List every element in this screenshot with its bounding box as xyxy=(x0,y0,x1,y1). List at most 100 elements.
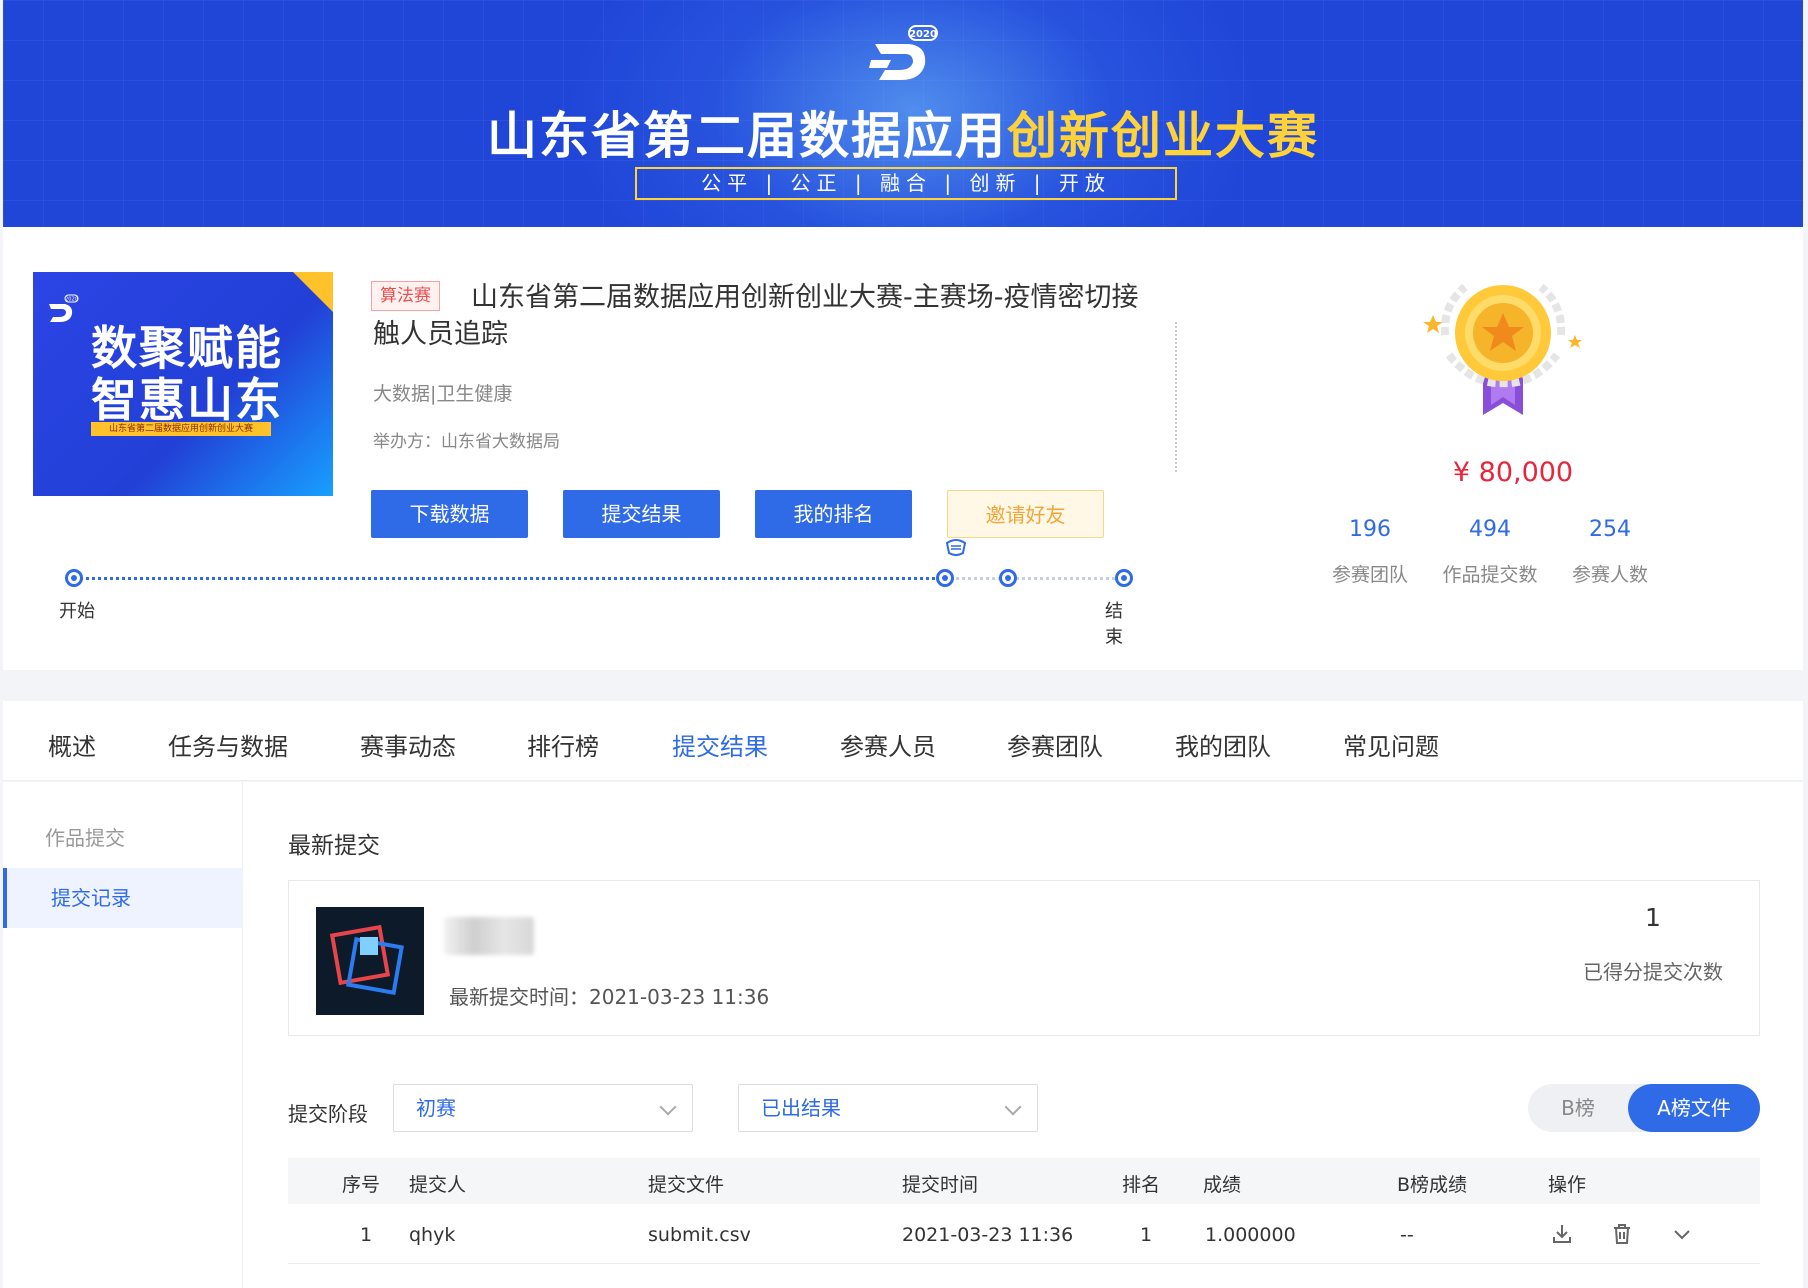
avatar-shape-cyan xyxy=(360,937,378,955)
timeline-progress-remaining xyxy=(951,577,1121,580)
cover-year: 2020 xyxy=(65,297,78,303)
toggle-a-board-file[interactable]: A榜文件 xyxy=(1628,1084,1760,1132)
tab-teams[interactable]: 参赛团队 xyxy=(1007,727,1103,762)
competition-type-tag: 算法赛 xyxy=(371,281,440,311)
invite-friends-button[interactable]: 邀请好友 xyxy=(947,490,1104,538)
leaderboard-toggle: B榜 A榜文件 xyxy=(1528,1084,1760,1132)
competition-title: 山东省第二届数据应用创新创业大赛-主赛场-疫情密切接触人员追踪 xyxy=(373,282,1139,350)
banner-title-main: 山东省第二届数据应用 xyxy=(487,107,1007,165)
banner-slogan: 公平 | 公正 | 融合 | 创新 | 开放 xyxy=(635,167,1177,200)
sidenav-item-submit-records[interactable]: 提交记录 xyxy=(3,868,243,928)
delete-trash-icon[interactable] xyxy=(1610,1222,1634,1246)
stat-teams-label: 参赛团队 xyxy=(1331,564,1408,586)
submission-content: 作品提交 提交记录 最新提交 最新提交时间：2021-03-23 11:36 1… xyxy=(3,782,1803,1288)
chevron-down-icon xyxy=(659,1098,677,1116)
latest-submission-card: 最新提交时间：2021-03-23 11:36 1 已得分提交次数 xyxy=(288,880,1760,1036)
tab-faq[interactable]: 常见问题 xyxy=(1343,727,1439,762)
scored-count-value: 1 xyxy=(1645,903,1661,932)
cell-b-score: -- xyxy=(1400,1224,1414,1246)
latest-submission-title: 最新提交 xyxy=(288,833,380,859)
scored-count-label: 已得分提交次数 xyxy=(1583,960,1723,984)
cover-corner-decoration xyxy=(293,272,333,312)
stage-filter-label: 提交阶段 xyxy=(288,1102,368,1126)
banner-title-highlight: 创新创业大赛 xyxy=(1007,107,1319,165)
timeline-start-label: 开始 xyxy=(59,601,95,622)
timeline-current-node xyxy=(936,569,954,587)
last-submit-time: 最新提交时间：2021-03-23 11:36 xyxy=(449,985,770,1009)
timeline-end-label: 结束 xyxy=(1105,601,1123,648)
tab-my-team[interactable]: 我的团队 xyxy=(1175,727,1271,762)
competition-banner: 2020 山东省第二届数据应用创新创业大赛 公平 | 公正 | 融合 | 创新 … xyxy=(3,0,1803,227)
col-index: 序号 xyxy=(342,1174,381,1196)
competition-info-panel: 2020 数聚赋能 智惠山东 山东省第二届数据应用创新创业大赛 山东省第二届数据… xyxy=(3,227,1803,670)
tab-news[interactable]: 赛事动态 xyxy=(360,727,456,762)
vertical-divider xyxy=(1175,322,1177,472)
prize-amount: ¥ 80,000 xyxy=(1452,457,1574,488)
cover-headline: 数聚赋能 智惠山东 xyxy=(91,322,283,426)
col-time: 提交时间 xyxy=(902,1174,979,1196)
cell-time: 2021-03-23 11:36 xyxy=(902,1224,1074,1246)
submit-result-button[interactable]: 提交结果 xyxy=(563,490,720,538)
cover-logo-icon: 2020 xyxy=(49,294,79,322)
status-select-value: 已出结果 xyxy=(761,1096,841,1120)
cell-submitter: qhyk xyxy=(409,1224,456,1246)
col-file: 提交文件 xyxy=(648,1174,725,1196)
banner-year: 2020 xyxy=(909,29,937,40)
cell-rank: 1 xyxy=(1140,1224,1153,1246)
sidenav-item-submit-work[interactable]: 作品提交 xyxy=(3,808,243,868)
cover-band-text: 山东省第二届数据应用创新创业大赛 xyxy=(91,422,271,436)
tab-overview[interactable]: 概述 xyxy=(48,727,96,762)
download-icon[interactable] xyxy=(1550,1222,1574,1246)
stage-select[interactable]: 初赛 xyxy=(393,1084,693,1132)
col-b-score: B榜成绩 xyxy=(1397,1174,1468,1196)
col-score: 成绩 xyxy=(1203,1174,1242,1196)
competition-cover-image: 2020 数聚赋能 智惠山东 山东省第二届数据应用创新创业大赛 xyxy=(33,272,333,496)
cell-file: submit.csv xyxy=(648,1224,751,1246)
stat-submissions-value: 494 xyxy=(1469,517,1511,542)
timeline-progress-elapsed xyxy=(75,577,941,580)
col-rank: 排名 xyxy=(1122,1174,1161,1196)
blurred-team-name xyxy=(444,917,534,955)
toggle-b-board[interactable]: B榜 xyxy=(1528,1084,1628,1132)
competition-organizer: 举办方：山东省大数据局 xyxy=(373,432,560,452)
gold-medal-icon xyxy=(1423,283,1582,415)
submission-sidenav: 作品提交 提交记录 xyxy=(3,782,243,1288)
timeline-stage-node xyxy=(999,569,1017,587)
banner-title: 山东省第二届数据应用创新创业大赛 xyxy=(3,96,1803,168)
stat-participants: 254 参赛人数 xyxy=(1540,517,1680,587)
result-status-select[interactable]: 已出结果 xyxy=(738,1084,1038,1132)
chevron-down-icon xyxy=(1004,1098,1022,1116)
timeline-start-node xyxy=(65,569,83,587)
col-submitter: 提交人 xyxy=(409,1174,467,1196)
competition-category: 大数据|卫生健康 xyxy=(373,383,513,405)
stat-submissions-label: 作品提交数 xyxy=(1442,564,1538,586)
competition-timeline: 开始 结束 xyxy=(59,539,1133,648)
team-avatar xyxy=(316,907,424,1015)
cell-index: 1 xyxy=(360,1224,373,1246)
stage-select-value: 初赛 xyxy=(416,1096,456,1120)
stat-submissions: 494 作品提交数 xyxy=(1420,517,1560,587)
cell-score: 1.000000 xyxy=(1205,1224,1296,1246)
stat-teams: 196 参赛团队 xyxy=(1300,517,1440,587)
stat-teams-value: 196 xyxy=(1349,517,1391,542)
my-rank-button[interactable]: 我的排名 xyxy=(755,490,912,538)
tab-leaderboard[interactable]: 排行榜 xyxy=(527,727,599,762)
tab-submit-results[interactable]: 提交结果 xyxy=(672,727,768,762)
submission-records-table: 序号 提交人 提交文件 提交时间 排名 成绩 B榜成绩 操作 1 qhyk su… xyxy=(288,1158,1760,1264)
timeline-end-node xyxy=(1115,569,1133,587)
tab-task-data[interactable]: 任务与数据 xyxy=(168,727,288,762)
tab-participants[interactable]: 参赛人员 xyxy=(840,727,936,762)
expand-chevron-icon[interactable] xyxy=(1670,1222,1694,1246)
table-row: 1 qhyk submit.csv 2021-03-23 11:36 1 1.0… xyxy=(288,1204,1760,1264)
download-data-button[interactable]: 下载数据 xyxy=(371,490,528,538)
competition-logo-icon: 2020 xyxy=(869,25,938,80)
cover-headline-line1: 数聚赋能 xyxy=(91,321,283,375)
col-actions: 操作 xyxy=(1548,1174,1587,1196)
cover-headline-line2: 智惠山东 xyxy=(91,373,283,427)
timeline-current-flag-icon xyxy=(945,539,967,556)
stat-participants-value: 254 xyxy=(1589,517,1631,542)
competition-tabs: 概述 任务与数据 赛事动态 排行榜 提交结果 参赛人员 参赛团队 我的团队 常见… xyxy=(3,701,1803,781)
table-header: 序号 提交人 提交文件 提交时间 排名 成绩 B榜成绩 操作 xyxy=(288,1158,1760,1204)
scored-submission-count: 1 已得分提交次数 xyxy=(1573,903,1733,985)
stat-participants-label: 参赛人数 xyxy=(1571,564,1648,586)
